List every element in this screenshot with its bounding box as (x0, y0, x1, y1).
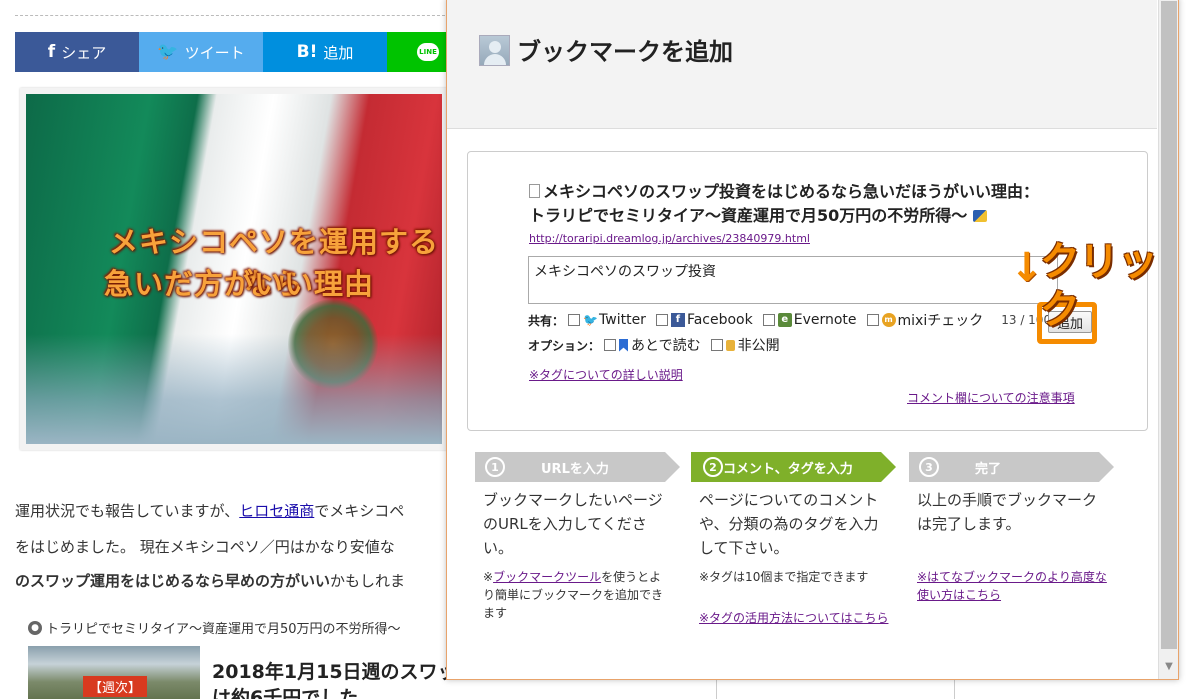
options-row: オプション： あとで読む 非公開 (528, 335, 790, 355)
paragraph-text: 運用状況でも報告していますが、 (15, 502, 240, 520)
read-later-option[interactable]: あとで読む (604, 335, 701, 355)
twitter-icon: 🐦 (583, 313, 598, 327)
share-evernote-option[interactable]: e Evernote (762, 312, 857, 328)
twitter-checkbox[interactable] (568, 314, 581, 326)
line-share-button[interactable]: LINE (387, 32, 447, 72)
document-icon (529, 184, 540, 198)
note-text: ※ (483, 570, 494, 584)
tag-help-link[interactable]: ※タグについての詳しい説明 (529, 366, 683, 383)
facebook-checkbox[interactable] (655, 314, 668, 326)
bookmark-tool-link[interactable]: ブックマークツール (493, 570, 601, 584)
mixi-checkbox[interactable] (866, 314, 879, 326)
twitter-share-button[interactable]: 🐦 ツイート (139, 32, 263, 72)
twitter-icon: 🐦 (157, 42, 179, 62)
hirose-link[interactable]: ヒロセ通商 (239, 502, 314, 520)
step-label: URLを入力 (541, 461, 609, 477)
option-label: 非公開 (737, 338, 780, 354)
hero-image: メキシコペソを運用するなら 急いだ方がいい理由 (20, 88, 448, 450)
service-label: mixiチェック (897, 313, 984, 329)
down-arrow-icon: ↓ (1010, 245, 1044, 291)
read-later-checkbox[interactable] (604, 339, 617, 351)
service-label: Evernote (793, 312, 857, 328)
hatena-share-button[interactable]: B! 追加 (263, 32, 387, 72)
paragraph-text: でメキシコペ (314, 502, 405, 520)
step-2-description: ページについてのコメントや、分類の為のタグを入力して下さい。 (699, 491, 879, 557)
step-2-note-link-wrap: ※タグの活用方法についてはこちら (699, 609, 889, 627)
related-title-line: は約6千円でした (212, 687, 359, 699)
step-label: 完了 (975, 461, 1002, 477)
facebook-share-label: シェア (61, 43, 107, 62)
bookmark-icon (619, 338, 629, 352)
divider (15, 15, 445, 16)
options-label: オプション： (528, 338, 601, 353)
related-title-line: 2018年1月15日週のスワップ (212, 661, 476, 683)
dialog-header: ブックマークを追加 (447, 0, 1157, 129)
chevron-down-icon[interactable]: ▼ (1159, 661, 1178, 677)
share-options-row: 共有： 🐦 Twitter f Facebook e Evernote m mi… (528, 310, 1051, 330)
paragraph-bold-text: のスワップ運用をはじめるなら早めの方がいい (15, 572, 331, 590)
entry-title-line: トラリピでセミリタイア〜資産運用で月50万円の不労所得〜 (529, 206, 968, 225)
entry-title: メキシコペソのスワップ投資をはじめるなら急いだほうがいい理由： トラリピでセミリ… (529, 180, 1129, 228)
related-thumbnail[interactable]: 【週次】 (28, 646, 200, 699)
hero-caption-line2: 急いだ方がいい理由 (103, 267, 374, 301)
facebook-icon: f (47, 42, 56, 62)
tag-usage-link[interactable]: ※タグの活用方法についてはこちら (699, 611, 888, 625)
article-paragraph: をはじめました。 現在メキシコペソ／円はかなり安値な (15, 538, 395, 556)
hatena-share-label: 追加 (323, 43, 354, 62)
twitter-share-label: ツイート (184, 43, 245, 62)
evernote-icon: e (777, 313, 792, 327)
comment-note-link[interactable]: コメント欄についての注意事項 (907, 389, 1075, 406)
step-2-tab: 2 コメント、タグを入力 (691, 452, 896, 482)
dialog-title: ブックマークを追加 (517, 38, 733, 66)
step-1-tab: 1 URLを入力 (475, 452, 680, 482)
step-1-note: ※ブックマークツールを使うとより簡単にブックマークを追加できます (483, 568, 668, 622)
service-label: Twitter (599, 312, 646, 328)
facebook-share-button[interactable]: f シェア (15, 32, 139, 72)
article-paragraph: のスワップ運用をはじめるなら早めの方がいいかもしれま (15, 570, 405, 591)
step-number: 3 (919, 457, 939, 477)
share-facebook-option[interactable]: f Facebook (655, 312, 753, 328)
hatena-icon: B! (296, 42, 318, 62)
entry-url-link[interactable]: http://toraripi.dreamlog.jp/archives/238… (529, 232, 810, 245)
step-3-description: 以上の手順でブックマークは完了します。 (917, 491, 1098, 533)
service-label: Facebook (686, 312, 753, 328)
lock-icon (725, 339, 735, 351)
share-mixi-option[interactable]: m mixiチェック (866, 310, 984, 330)
step-number: 2 (703, 457, 723, 477)
entry-title-line: メキシコペソのスワップ投資をはじめるなら急いだほうがいい理由： (543, 182, 1040, 201)
globe-icon: ● (28, 620, 42, 635)
step-2-note: ※タグは10個まで指定できます (699, 570, 869, 584)
facebook-icon: f (670, 313, 685, 327)
evernote-checkbox[interactable] (762, 314, 775, 326)
hero-sky (26, 334, 442, 444)
share-label: 共有： (528, 313, 565, 328)
paragraph-text: かもしれま (330, 572, 406, 590)
edit-title-icon[interactable] (973, 210, 988, 222)
click-annotation: クリック (1040, 239, 1158, 333)
private-checkbox[interactable] (710, 339, 723, 351)
line-icon: LINE (417, 43, 439, 61)
comment-input[interactable] (528, 256, 1058, 304)
step-3-tab: 3 完了 (909, 452, 1114, 482)
related-article-title[interactable]: 2018年1月15日週のスワップ は約6千円でした (212, 659, 476, 699)
share-bar: f シェア 🐦 ツイート B! 追加 LINE (15, 32, 447, 72)
option-label: あとで読む (631, 338, 701, 354)
related-heading: ● トラリピでセミリタイア〜資産運用で月50万円の不労所得〜 (28, 618, 401, 637)
private-option[interactable]: 非公開 (710, 335, 780, 355)
article-paragraph: 運用状況でも報告していますが、ヒロセ通商でメキシコペ (15, 500, 404, 521)
dialog-scrollbar[interactable]: ▼ (1158, 0, 1178, 679)
step-number: 1 (485, 457, 505, 477)
step-1-description: ブックマークしたいページのURLを入力してください。 (483, 491, 663, 557)
user-avatar-icon (479, 35, 510, 66)
mixi-icon: m (881, 313, 896, 327)
related-thumb-tag: 【週次】 (83, 676, 148, 697)
step-label: コメント、タグを入力 (723, 461, 853, 477)
advanced-usage-link[interactable]: ※はてなブックマークのより高度な使い方はこちら (917, 570, 1107, 602)
step-3-note-link-wrap: ※はてなブックマークのより高度な使い方はこちら (917, 568, 1107, 604)
related-heading-text: トラリピでセミリタイア〜資産運用で月50万円の不労所得〜 (46, 622, 401, 637)
share-twitter-option[interactable]: 🐦 Twitter (568, 312, 646, 328)
